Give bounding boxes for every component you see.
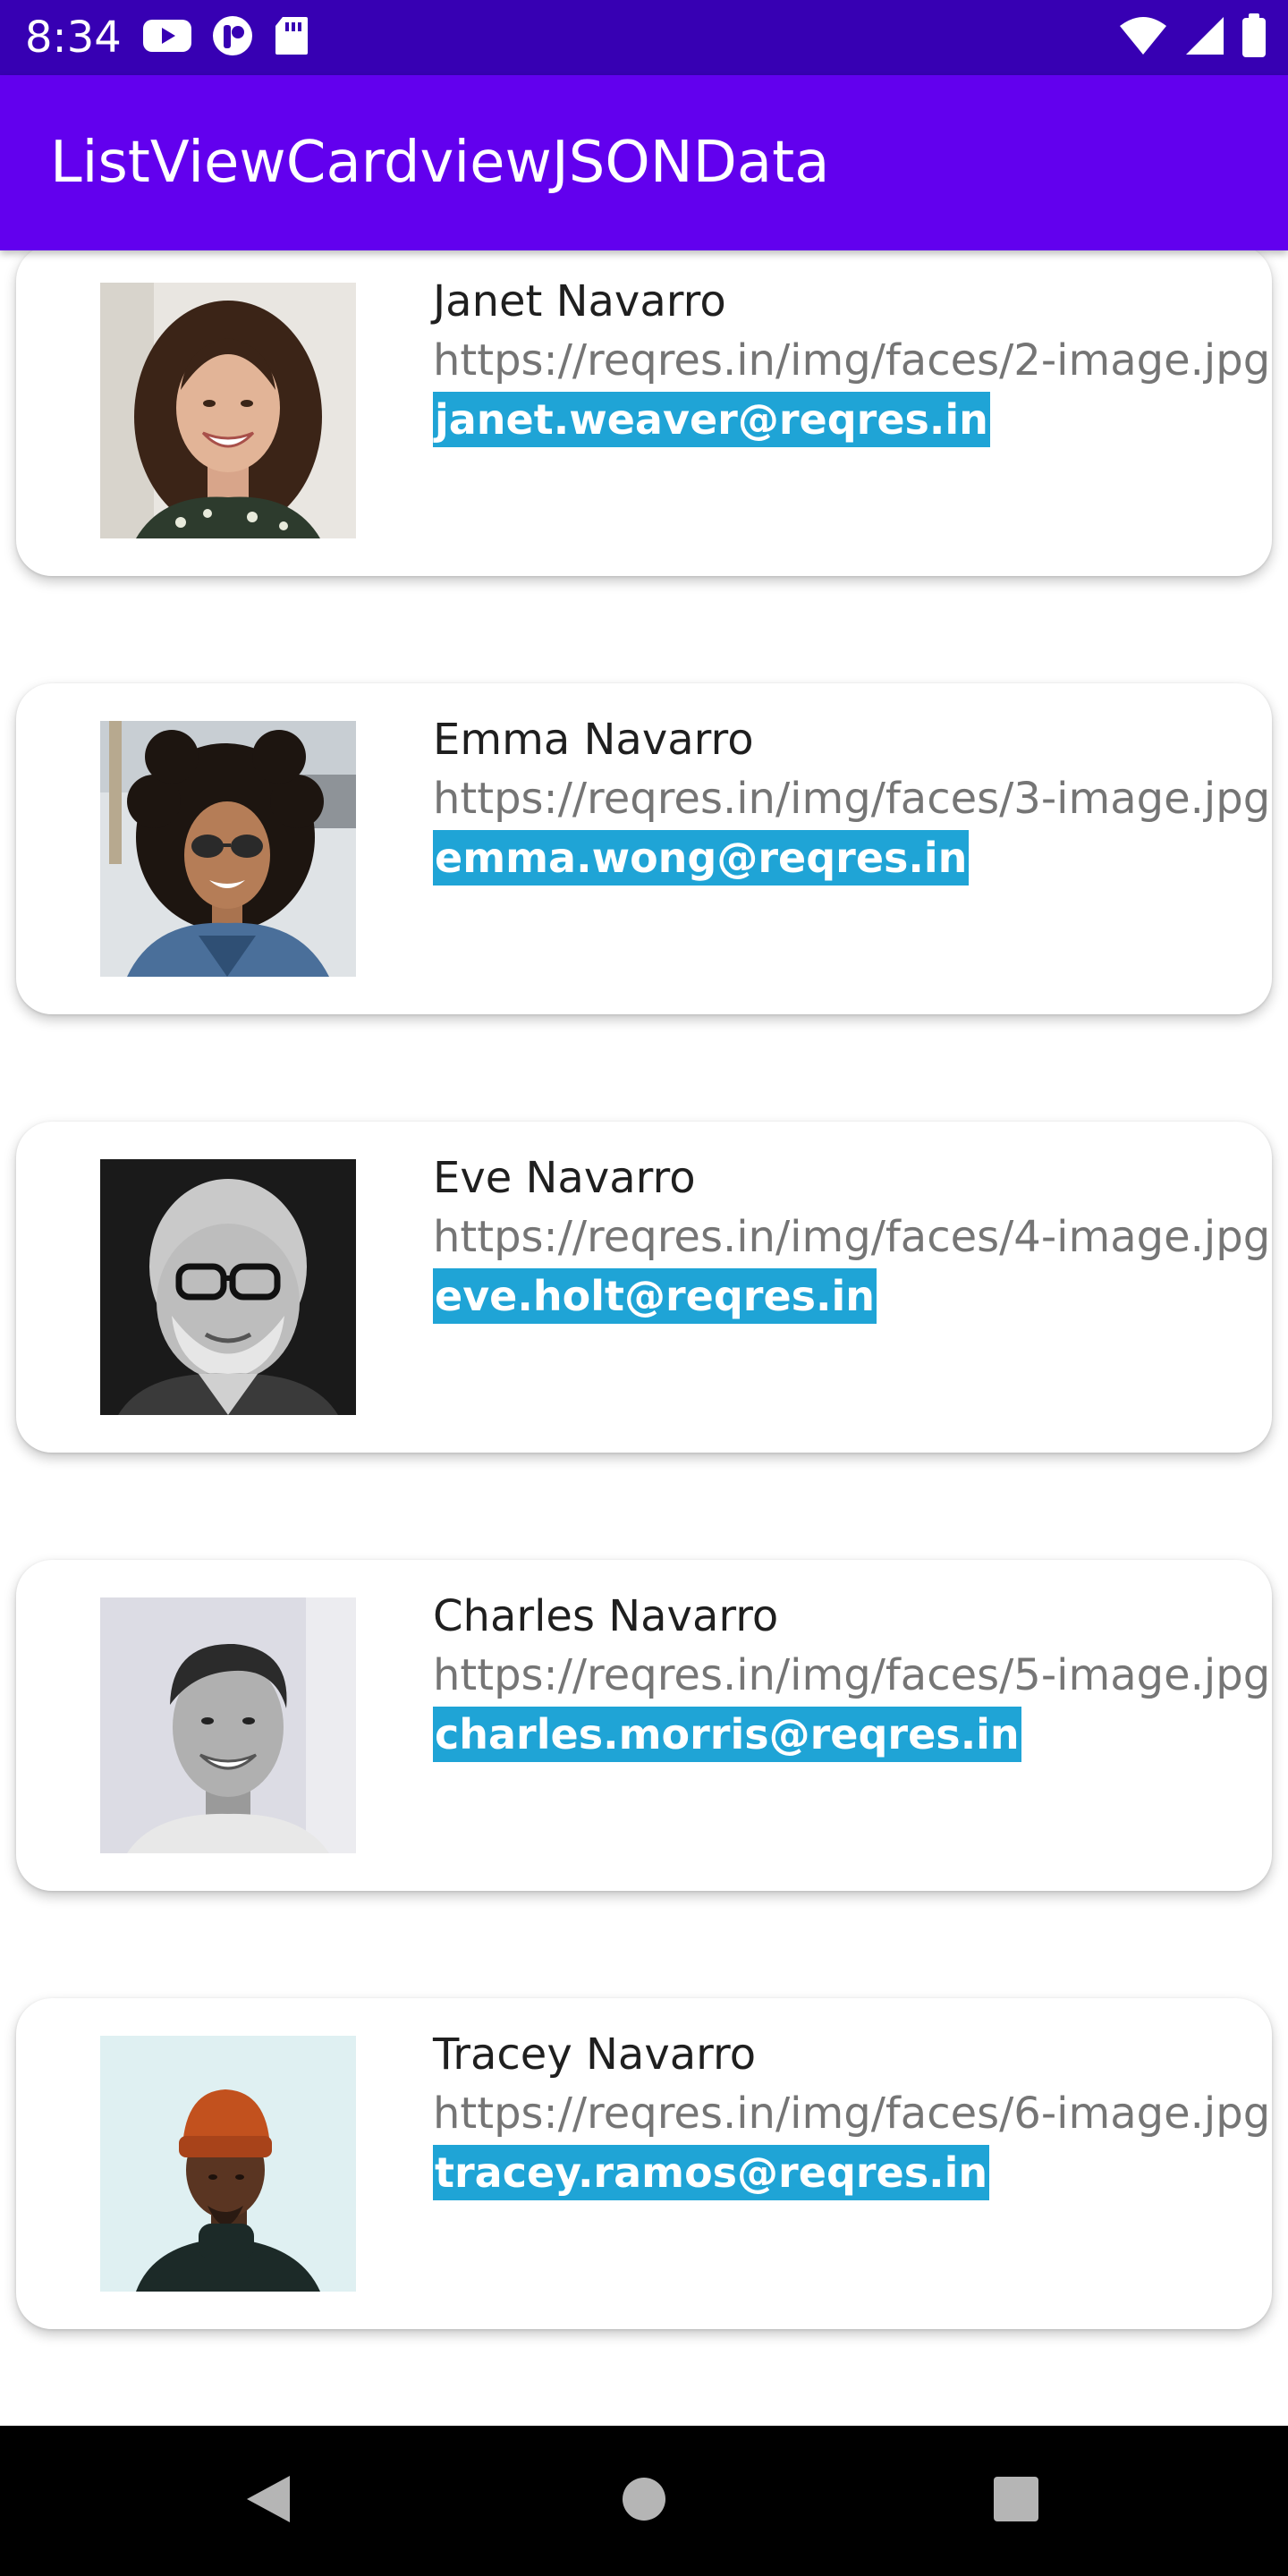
card-name: Tracey Navarro <box>433 2029 757 2080</box>
list-item-card[interactable]: Eve Navarro https://reqres.in/img/faces/… <box>16 1122 1272 1453</box>
app-bar: ListViewCardviewJSONData <box>0 75 1288 250</box>
home-icon <box>621 2476 667 2527</box>
app-notification-icon <box>211 14 254 62</box>
avatar <box>100 721 356 977</box>
card-avatar-url: https://reqres.in/img/faces/5-image.jpg <box>433 1650 1271 1700</box>
sd-card-icon <box>274 15 309 61</box>
card-name: Janet Navarro <box>433 276 726 326</box>
card-list[interactable]: Janet Navarro https://reqres.in/img/face… <box>0 250 1288 2426</box>
app-title: ListViewCardviewJSONData <box>50 130 830 196</box>
status-icons-left <box>143 14 309 62</box>
signal-icon <box>1184 15 1225 61</box>
status-time: 8:34 <box>25 13 122 63</box>
card-name: Eve Navarro <box>433 1153 696 1203</box>
back-icon <box>243 2472 293 2530</box>
status-icons-right <box>1118 13 1267 63</box>
card-email[interactable]: eve.holt@reqres.in <box>433 1268 877 1324</box>
card-name: Charles Navarro <box>433 1591 779 1641</box>
avatar <box>100 283 356 538</box>
youtube-icon <box>143 18 191 58</box>
list-item-card[interactable]: Charles Navarro https://reqres.in/img/fa… <box>16 1560 1272 1891</box>
card-avatar-url: https://reqres.in/img/faces/2-image.jpg <box>433 335 1271 386</box>
card-avatar-url: https://reqres.in/img/faces/4-image.jpg <box>433 1212 1271 1262</box>
status-bar: 8:34 <box>0 0 1288 75</box>
recents-icon <box>993 2476 1039 2527</box>
avatar <box>100 1159 356 1415</box>
card-avatar-url: https://reqres.in/img/faces/3-image.jpg <box>433 774 1271 824</box>
card-email[interactable]: emma.wong@reqres.in <box>433 830 970 886</box>
card-email[interactable]: tracey.ramos@reqres.in <box>433 2145 990 2200</box>
list-item-card[interactable]: Emma Navarro https://reqres.in/img/faces… <box>16 683 1272 1014</box>
card-email[interactable]: charles.morris@reqres.in <box>433 1707 1021 1762</box>
home-button[interactable] <box>572 2426 716 2576</box>
back-button[interactable] <box>197 2426 340 2576</box>
wifi-icon <box>1118 15 1168 61</box>
battery-icon <box>1241 13 1267 63</box>
avatar <box>100 1597 356 1853</box>
list-item-card[interactable]: Janet Navarro https://reqres.in/img/face… <box>16 250 1272 576</box>
recents-button[interactable] <box>945 2426 1088 2576</box>
navigation-bar <box>0 2426 1288 2576</box>
card-avatar-url: https://reqres.in/img/faces/6-image.jpg <box>433 2089 1271 2139</box>
card-email[interactable]: janet.weaver@reqres.in <box>433 392 990 447</box>
avatar <box>100 2036 356 2292</box>
card-name: Emma Navarro <box>433 715 754 765</box>
list-item-card[interactable]: Tracey Navarro https://reqres.in/img/fac… <box>16 1998 1272 2329</box>
